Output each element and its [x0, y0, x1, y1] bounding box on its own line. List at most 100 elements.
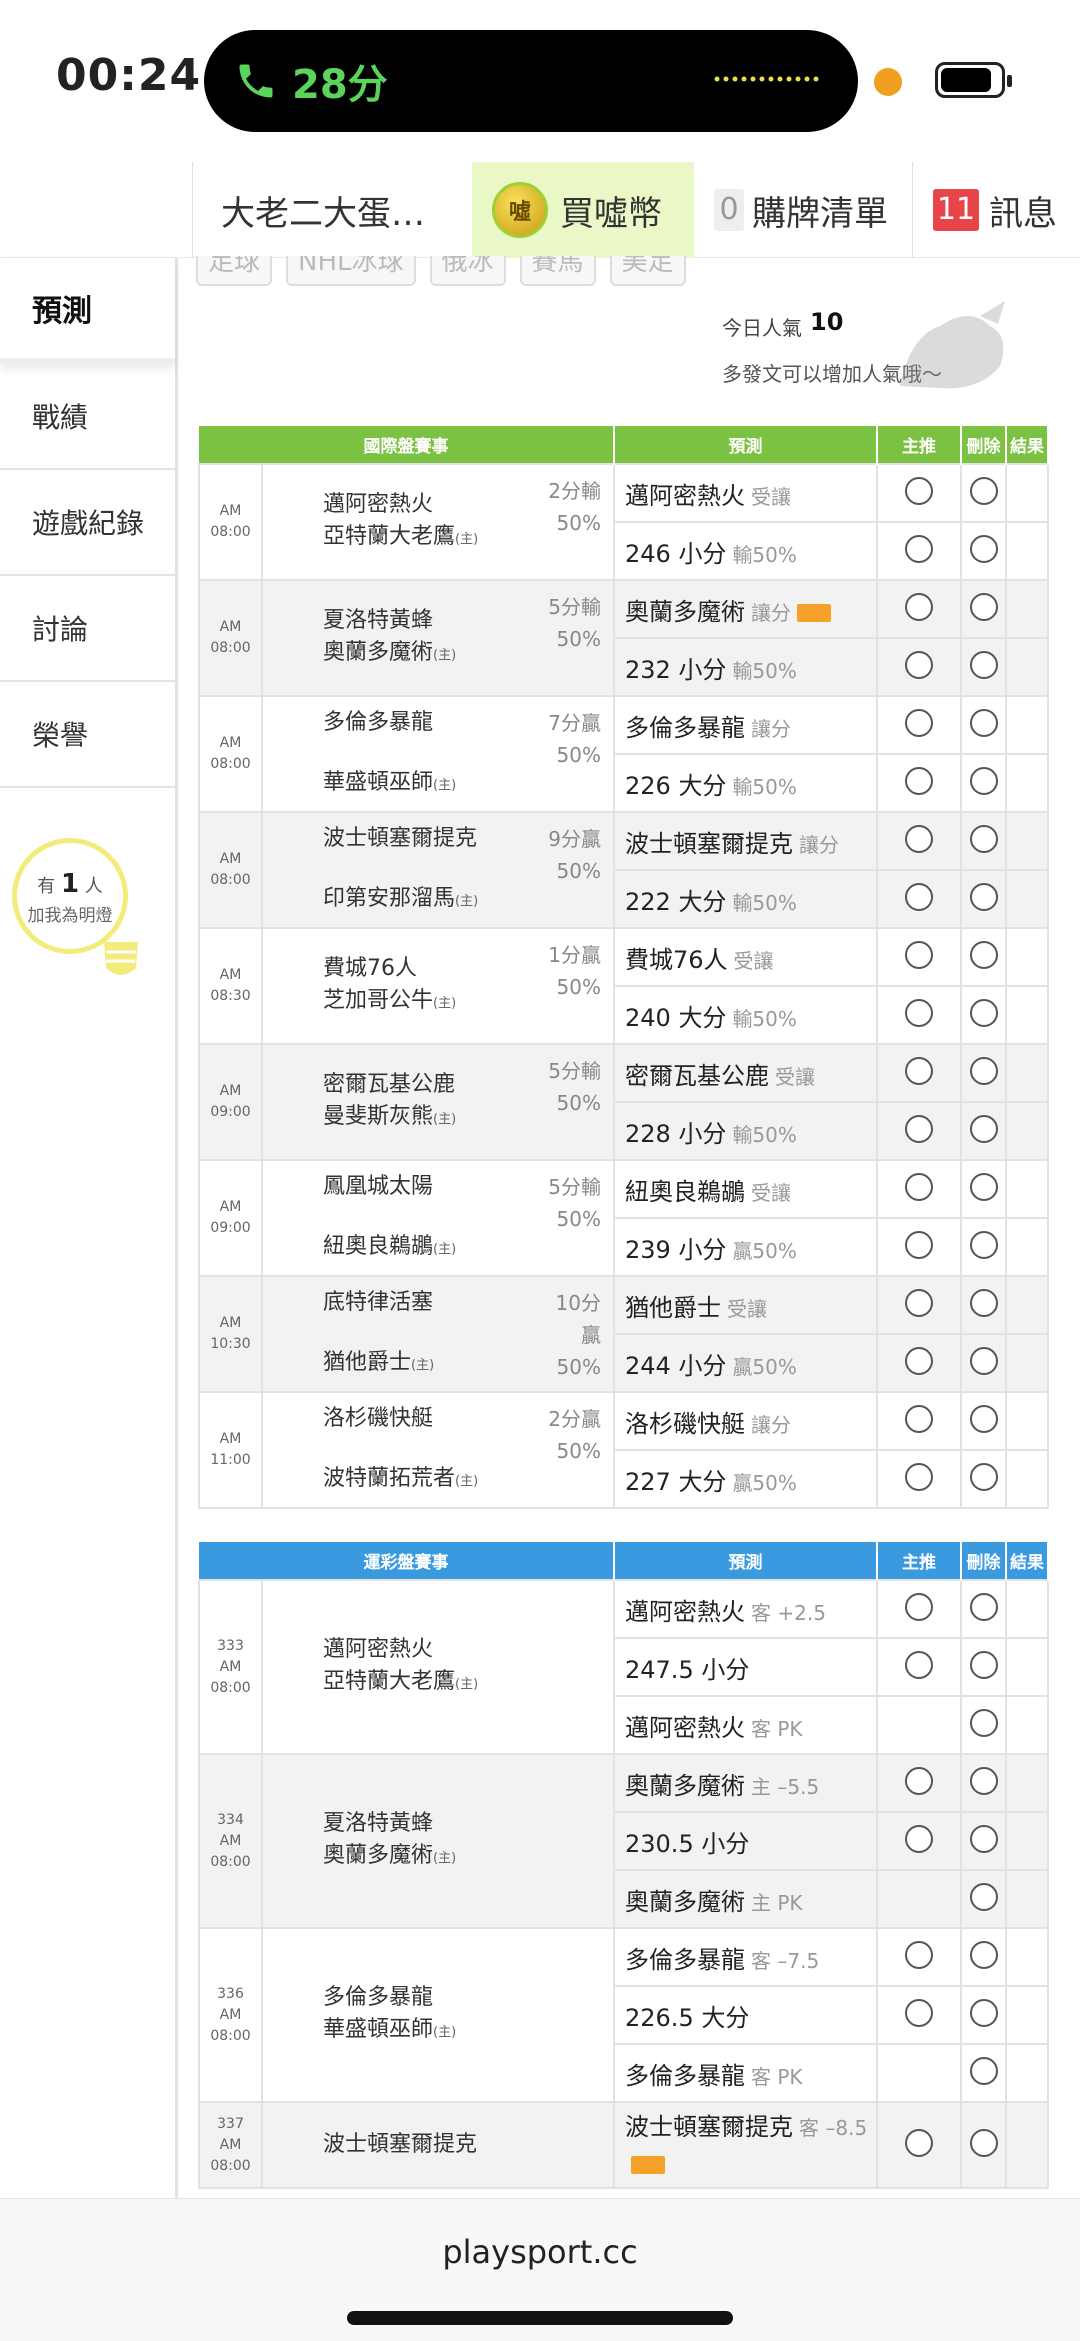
delete-radio[interactable] — [969, 767, 998, 795]
delete-cell — [960, 2101, 1007, 2189]
main-pick-cell — [876, 1159, 962, 1219]
delete-radio[interactable] — [969, 2129, 998, 2157]
main-pick-radio[interactable] — [905, 1231, 933, 1259]
prediction-cell: 紐奧良鵜鶘 受讓 — [613, 1159, 878, 1219]
home-team: 印第安那溜馬(主) — [323, 883, 613, 918]
teams-cell: 邁阿密熱火 亞特蘭大老鷹(主) — [261, 1579, 615, 1755]
delete-radio[interactable] — [969, 999, 998, 1027]
dynamic-island[interactable]: 28分 — [204, 30, 858, 132]
delete-radio[interactable] — [969, 535, 998, 563]
delete-radio[interactable] — [969, 941, 998, 969]
cart-button[interactable]: 0 購牌清單 — [694, 162, 910, 258]
sidebar-item-record[interactable]: 戰績 — [0, 364, 175, 470]
sidebar-item-predictions[interactable]: 預測 — [0, 258, 175, 364]
delete-radio[interactable] — [969, 1593, 998, 1621]
bulb-count: 1 — [60, 869, 80, 899]
prediction-main: 多倫多暴龍 — [625, 713, 745, 742]
main-pick-radio[interactable] — [905, 1825, 933, 1853]
prediction-sub: 受讓 — [775, 1064, 815, 1089]
delete-radio[interactable] — [969, 477, 998, 505]
home-mark: (主) — [411, 1357, 435, 1373]
teams-cell: 波士頓塞爾提克 9分贏 50% 印第安那溜馬(主) — [261, 811, 615, 929]
sidebar-item-discussion[interactable]: 討論 — [0, 576, 175, 682]
main-pick-radio[interactable] — [905, 709, 933, 737]
main-pick-radio[interactable] — [905, 2129, 933, 2157]
prediction-main: 費城76人 — [625, 945, 728, 974]
sport-tag[interactable]: NHL冰球 — [286, 256, 416, 286]
sport-tag[interactable]: 美足 — [609, 256, 686, 286]
main-pick-radio[interactable] — [905, 1405, 933, 1433]
delete-radio[interactable] — [969, 651, 998, 679]
table-row: 333 AM 08:00 邁阿密熱火 亞特蘭大老鷹(主) 邁阿密熱火客 +2.5 — [198, 1579, 1049, 1755]
main-pick-radio[interactable] — [905, 1767, 933, 1795]
teams-cell: 洛杉磯快艇 2分贏 50% 波特蘭拓荒者(主) — [261, 1391, 615, 1509]
delete-radio[interactable] — [969, 1883, 998, 1911]
delete-radio[interactable] — [969, 1115, 998, 1143]
follow-bulb[interactable]: 有 1 人 加我為明燈 — [12, 838, 152, 998]
delete-radio[interactable] — [969, 1347, 998, 1375]
delete-radio[interactable] — [969, 1941, 998, 1969]
main-pick-radio[interactable] — [905, 593, 933, 621]
delete-radio[interactable] — [969, 1057, 998, 1085]
messages-button[interactable]: 11 訊息 — [912, 162, 1080, 258]
sidebar-item-game-log[interactable]: 遊戲紀錄 — [0, 470, 175, 576]
home-mark: (主) — [455, 1473, 479, 1489]
main-pick-radio[interactable] — [905, 1593, 933, 1621]
sport-tag[interactable]: 俄冰 — [429, 256, 506, 286]
delete-radio[interactable] — [969, 1463, 998, 1491]
main-pick-radio[interactable] — [905, 1999, 933, 2027]
main-pick-cell — [876, 1927, 962, 1987]
delete-radio[interactable] — [969, 593, 998, 621]
delete-radio[interactable] — [969, 883, 998, 911]
delete-cell — [960, 1985, 1007, 2045]
delete-radio[interactable] — [969, 1825, 998, 1853]
delete-radio[interactable] — [969, 825, 998, 853]
delete-cell — [960, 1275, 1007, 1335]
home-indicator[interactable] — [347, 2311, 733, 2325]
sidebar-item-honors[interactable]: 榮譽 — [0, 682, 175, 788]
delete-radio[interactable] — [969, 1709, 998, 1737]
main-pick-radio[interactable] — [905, 767, 933, 795]
delete-radio[interactable] — [969, 709, 998, 737]
nav-user[interactable]: 大老二大蛋… — [192, 162, 470, 258]
main-pick-radio[interactable] — [905, 1173, 933, 1201]
delete-radio[interactable] — [969, 1767, 998, 1795]
main-pick-radio[interactable] — [905, 825, 933, 853]
prediction-cell: 244 小分 贏50% — [613, 1333, 878, 1393]
delete-cell — [960, 753, 1007, 813]
buy-coin-button[interactable]: 噓 買噓幣 — [472, 162, 694, 258]
main-pick-radio[interactable] — [905, 941, 933, 969]
main-pick-radio[interactable] — [905, 1289, 933, 1317]
delete-radio[interactable] — [969, 1405, 998, 1433]
home-mark: (主) — [433, 647, 457, 663]
delete-radio[interactable] — [969, 1999, 998, 2027]
main-pick-radio[interactable] — [905, 477, 933, 505]
sport-tags: 足球 NHL冰球 俄冰 賽馬 美足 — [196, 256, 686, 286]
main-pick-radio[interactable] — [905, 1347, 933, 1375]
delete-radio[interactable] — [969, 2057, 998, 2085]
main-pick-radio[interactable] — [905, 883, 933, 911]
delete-radio[interactable] — [969, 1231, 998, 1259]
prediction-sub: 輸50% — [732, 890, 797, 915]
spread-line: 10分贏 — [555, 1291, 601, 1347]
main-pick-radio[interactable] — [905, 651, 933, 679]
main-pick-radio[interactable] — [905, 999, 933, 1027]
result-cell — [1005, 1811, 1049, 1871]
browser-url-bar[interactable]: playsport.cc — [0, 2198, 1080, 2341]
main-pick-radio[interactable] — [905, 1057, 933, 1085]
sport-tag[interactable]: 足球 — [196, 256, 273, 286]
prediction-sub: 受讓 — [733, 948, 774, 973]
main-pick-radio[interactable] — [905, 1941, 933, 1969]
delete-radio[interactable] — [969, 1651, 998, 1679]
home-mark: (主) — [433, 995, 457, 1011]
delete-radio[interactable] — [969, 1289, 998, 1317]
main-pick-radio[interactable] — [905, 1651, 933, 1679]
delete-radio[interactable] — [969, 1173, 998, 1201]
url-text: playsport.cc — [442, 2233, 638, 2271]
sport-tag[interactable]: 賽馬 — [519, 256, 596, 286]
spread-pct: 50% — [556, 511, 601, 535]
main-pick-radio[interactable] — [905, 535, 933, 563]
spread-pct: 50% — [556, 743, 601, 767]
main-pick-radio[interactable] — [905, 1463, 933, 1491]
main-pick-radio[interactable] — [905, 1115, 933, 1143]
